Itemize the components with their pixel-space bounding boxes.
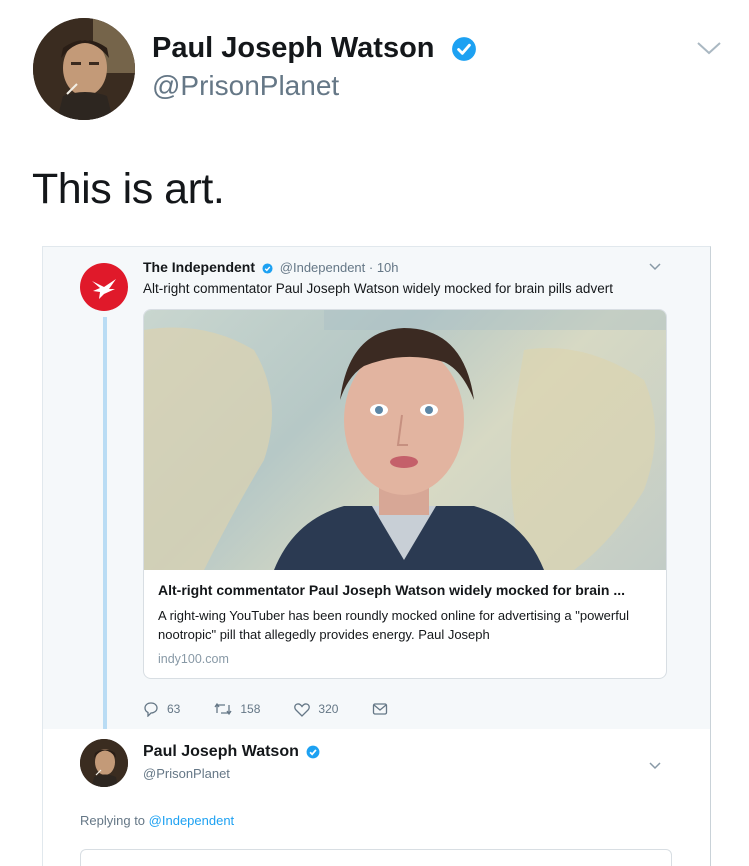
reply-author-name-text: Paul Joseph Watson xyxy=(143,743,299,760)
replying-to: Replying to @Independent xyxy=(80,813,234,828)
heart-icon xyxy=(294,702,311,717)
verified-badge-icon xyxy=(451,37,476,62)
author-handle[interactable]: @PrisonPlanet xyxy=(152,70,339,102)
retweet-button[interactable]: 158 xyxy=(214,702,260,716)
retweet-count: 158 xyxy=(240,702,261,716)
chevron-down-icon[interactable] xyxy=(695,38,723,58)
source-tweet-text: Alt-right commentator Paul Joseph Watson… xyxy=(143,281,613,296)
quoted-tweet: The Independent @Independent · 10h Alt-r… xyxy=(43,247,710,737)
thread-line xyxy=(103,317,107,737)
retweet-icon xyxy=(214,702,232,716)
like-count: 320 xyxy=(318,702,339,716)
embedded-screenshot: The Independent @Independent · 10h Alt-r… xyxy=(42,246,711,866)
author-name-text: Paul Joseph Watson xyxy=(152,32,435,64)
reply-input-box[interactable] xyxy=(80,849,672,866)
link-preview-domain: indy100.com xyxy=(158,652,229,666)
source-name[interactable]: The Independent @Independent · 10h xyxy=(143,259,399,275)
reply-icon xyxy=(144,702,158,717)
independent-eagle-logo xyxy=(80,263,128,311)
author-avatar[interactable] xyxy=(33,18,135,120)
tweet-actions: 63 158 320 xyxy=(143,701,430,717)
reply-button[interactable]: 63 xyxy=(143,701,180,717)
tweet-text: This is art. xyxy=(32,165,225,213)
like-button[interactable]: 320 xyxy=(294,702,338,717)
source-meta: @Independent · 10h xyxy=(279,260,399,275)
reply-tweet: Paul Joseph Watson @PrisonPlanet Replyin… xyxy=(43,729,710,866)
author-name[interactable]: Paul Joseph Watson xyxy=(152,32,477,65)
reply-author-handle[interactable]: @PrisonPlanet xyxy=(143,766,230,781)
link-preview-description: A right-wing YouTuber has been roundly m… xyxy=(158,608,629,642)
chevron-down-icon[interactable] xyxy=(648,262,662,272)
envelope-icon xyxy=(373,703,388,715)
replying-to-link[interactable]: @Independent xyxy=(149,813,235,828)
dm-button[interactable] xyxy=(372,702,396,716)
reply-author-name[interactable]: Paul Joseph Watson xyxy=(143,743,320,761)
reply-count: 63 xyxy=(167,702,181,716)
reply-author-avatar[interactable] xyxy=(80,739,128,787)
source-name-text: The Independent xyxy=(143,259,255,275)
verified-badge-icon xyxy=(306,745,320,759)
verified-badge-icon xyxy=(262,263,273,274)
replying-prefix: Replying to xyxy=(80,813,146,828)
link-preview-image xyxy=(144,310,666,570)
link-preview-card[interactable]: Alt-right commentator Paul Joseph Watson… xyxy=(143,309,667,679)
link-preview-title: Alt-right commentator Paul Joseph Watson… xyxy=(158,582,625,598)
chevron-down-icon[interactable] xyxy=(648,761,662,771)
